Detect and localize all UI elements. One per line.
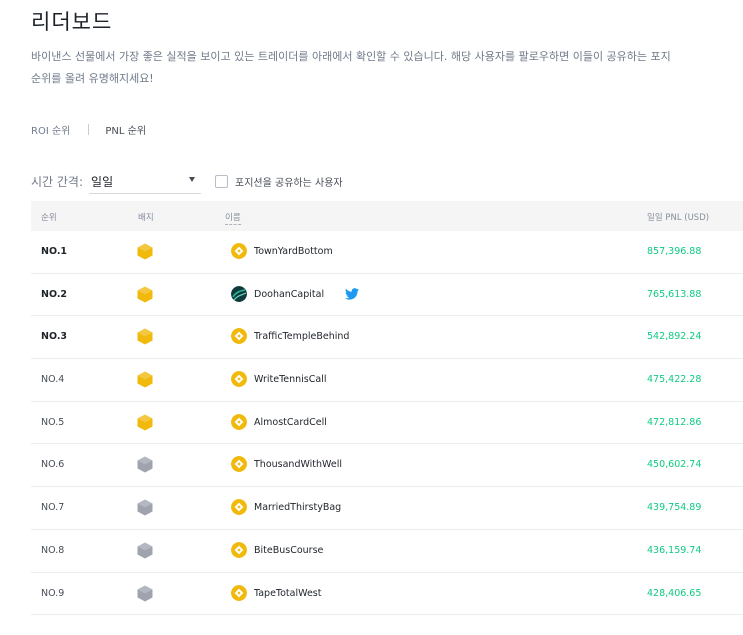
table-row[interactable]: NO.7 MarriedThirstyBag 439,754.89	[31, 487, 743, 530]
trader-name-link[interactable]: TrafficTempleBehind	[254, 331, 349, 342]
table-row-partial	[31, 615, 743, 635]
trader-name-link[interactable]: AlmostCardCell	[254, 417, 327, 428]
header-name[interactable]: 이름	[225, 211, 241, 225]
header-rank: 순위	[41, 213, 57, 223]
daily-pnl-cell: 439,754.89	[647, 502, 702, 514]
period-select-value: 일일	[91, 174, 114, 189]
table-row[interactable]: NO.9 TapeTotalWest 428,406.65	[31, 573, 743, 616]
silver-badge-icon	[137, 456, 153, 473]
rank-cell: NO.5	[41, 416, 65, 428]
tab-roi-ranking[interactable]: ROI 순위	[31, 122, 70, 137]
period-label: 시간 간격:	[31, 174, 84, 189]
rank-cell: NO.1	[41, 246, 68, 257]
daily-pnl-cell: 472,812.86	[647, 416, 702, 428]
rank-cell: NO.9	[41, 587, 65, 599]
chevron-down-icon	[189, 176, 196, 182]
daily-pnl-cell: 857,396.88	[647, 246, 702, 257]
daily-pnl-cell: 765,613.88	[647, 288, 702, 300]
page-title: 리더보드	[31, 10, 113, 34]
table-row[interactable]: NO.6 ThousandWithWell 450,602.74	[31, 444, 743, 488]
rank-cell: NO.3	[41, 331, 68, 343]
filter-bar: 시간 간격: 일일 포지션을 공유하는 사용자	[31, 168, 343, 194]
rank-cell: NO.2	[41, 288, 68, 300]
daily-pnl-cell: 436,159.74	[647, 544, 702, 556]
table-row[interactable]: NO.4 WriteTennisCall 475,422.28	[31, 359, 743, 402]
gold-badge-icon	[137, 328, 153, 345]
table-row[interactable]: NO.2 DoohanCapital 765,613.88	[31, 274, 743, 317]
table-body: NO.1 TownYardBottom 857,396.88 NO.2 DoohanCa…	[31, 231, 743, 616]
table-header: 순위 배지 이름 일일 PNL (USD)	[31, 201, 743, 231]
tab-divider	[88, 124, 90, 135]
silver-badge-icon	[137, 542, 153, 559]
table-row[interactable]: NO.3 TrafficTempleBehind 542,892.24	[31, 316, 743, 360]
rank-cell: NO.4	[41, 374, 65, 386]
header-daily-pnl: 일일 PNL (USD)	[647, 213, 710, 223]
gold-badge-icon	[137, 414, 153, 431]
table-row[interactable]: NO.1 TownYardBottom 857,396.88	[31, 231, 743, 274]
share-position-label[interactable]: 포지션을 공유하는 사용자	[235, 174, 343, 189]
ranking-tabs: ROI 순위 PNL 순위	[31, 122, 146, 137]
trader-name-link[interactable]: BiteBusCourse	[254, 545, 323, 556]
period-select[interactable]: 일일	[89, 169, 202, 194]
description-line-1: 바이낸스 선물에서 가장 좋은 실적을 보이고 있는 트레이더를 아래에서 확인…	[31, 50, 671, 63]
trader-name-link[interactable]: MarriedThirstyBag	[254, 502, 341, 513]
daily-pnl-cell: 542,892.24	[647, 331, 702, 343]
table-row[interactable]: NO.8 BiteBusCourse 436,159.74	[31, 530, 743, 573]
rank-cell: NO.6	[41, 459, 65, 471]
gold-badge-icon	[137, 243, 153, 260]
binance-avatar-icon	[231, 328, 247, 345]
binance-avatar-icon	[231, 456, 247, 473]
silver-badge-icon	[137, 585, 153, 601]
trader-name-link[interactable]: TownYardBottom	[254, 246, 333, 257]
trader-name-link[interactable]: DoohanCapital	[254, 289, 324, 300]
gold-badge-icon	[137, 371, 153, 388]
description-line-2: 순위를 올려 유명해지세요!	[31, 72, 154, 85]
binance-avatar-icon	[231, 541, 247, 558]
gold-badge-icon	[137, 286, 153, 303]
leaderboard-table: 순위 배지 이름 일일 PNL (USD) NO.1 TownYardBottom…	[31, 201, 743, 635]
user-avatar-icon	[231, 285, 247, 302]
trader-name-link[interactable]: TapeTotalWest	[254, 588, 321, 599]
header-badge: 배지	[138, 213, 154, 223]
page-description: 바이낸스 선물에서 가장 좋은 실적을 보이고 있는 트레이더를 아래에서 확인…	[31, 46, 743, 90]
share-position-checkbox[interactable]	[215, 174, 229, 188]
twitter-icon[interactable]	[345, 287, 359, 300]
silver-badge-icon	[137, 499, 153, 516]
binance-avatar-icon	[231, 499, 247, 516]
rank-cell: NO.8	[41, 544, 65, 556]
daily-pnl-cell: 428,406.65	[647, 587, 702, 599]
tab-pnl-ranking[interactable]: PNL 순위	[105, 122, 146, 137]
trader-name-link[interactable]: ThousandWithWell	[254, 459, 342, 470]
table-row[interactable]: NO.5 AlmostCardCell 472,812.86	[31, 402, 743, 445]
binance-avatar-icon	[231, 371, 247, 388]
binance-avatar-icon	[231, 413, 247, 430]
daily-pnl-cell: 475,422.28	[647, 374, 702, 386]
binance-avatar-icon	[231, 584, 247, 601]
daily-pnl-cell: 450,602.74	[647, 459, 702, 471]
binance-avatar-icon	[231, 243, 247, 259]
rank-cell: NO.7	[41, 502, 65, 514]
trader-name-link[interactable]: WriteTennisCall	[254, 374, 326, 385]
